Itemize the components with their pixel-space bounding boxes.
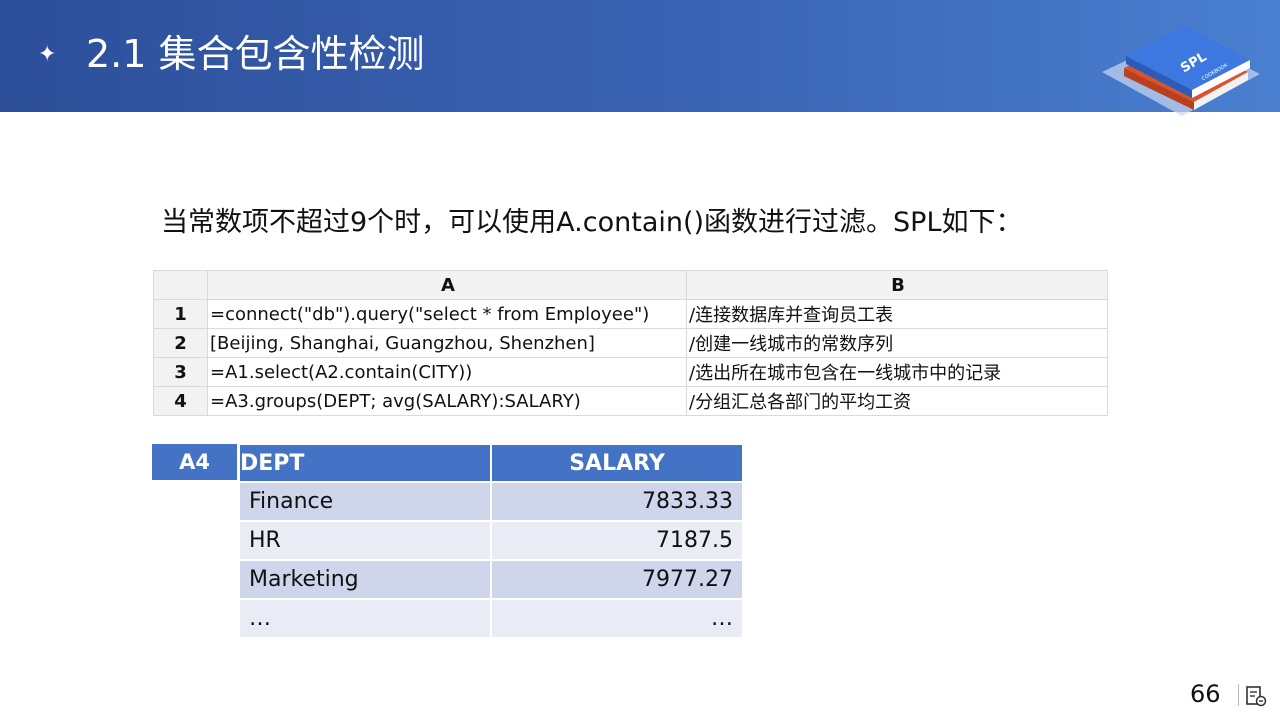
grid-header-row: A B [153, 270, 1108, 300]
salary-cell: 7833.33 [490, 481, 744, 522]
grid-row-number[interactable]: 2 [153, 328, 208, 358]
grid-row: 4 =A3.groups(DEPT; avg(SALARY):SALARY) /… [153, 386, 1108, 416]
salary-cell: 7977.27 [490, 559, 744, 600]
table-row: HR 7187.5 [238, 520, 744, 561]
result-header-row: DEPT SALARY [238, 443, 744, 483]
grid-column-header-b[interactable]: B [686, 270, 1108, 300]
footer-divider [1238, 684, 1239, 706]
grid-row-number[interactable]: 3 [153, 357, 208, 387]
description-text: 当常数项不超过9个时，可以使用A.contain()函数进行过滤。SPL如下： [161, 207, 1023, 238]
grid-cell-comment[interactable]: /选出所在城市包含在一线城市中的记录 [686, 357, 1108, 387]
result-column-dept[interactable]: DEPT [238, 443, 492, 483]
slide-title: 2.1 集合包含性检测 [86, 32, 425, 76]
grid-column-header-a[interactable]: A [207, 270, 687, 300]
spl-grid: A B 1 =connect("db").query("select * fro… [153, 270, 1108, 416]
grid-cell-code[interactable]: [Beijing, Shanghai, Guangzhou, Shenzhen] [207, 328, 687, 358]
grid-cell-code[interactable]: =A3.groups(DEPT; avg(SALARY):SALARY) [207, 386, 687, 416]
salary-cell: 7187.5 [490, 520, 744, 561]
spl-cookbook-logo: SPL COOKBOOK [1102, 26, 1260, 116]
result-column-salary[interactable]: SALARY [490, 443, 744, 483]
dept-cell: … [238, 598, 492, 639]
grid-cell-code[interactable]: =connect("db").query("select * from Empl… [207, 299, 687, 329]
grid-corner-cell [153, 270, 208, 300]
grid-cell-comment[interactable]: /连接数据库并查询员工表 [686, 299, 1108, 329]
grid-cell-comment[interactable]: /分组汇总各部门的平均工资 [686, 386, 1108, 416]
grid-row-number[interactable]: 4 [153, 386, 208, 416]
grid-cell-comment[interactable]: /创建一线城市的常数序列 [686, 328, 1108, 358]
grid-row: 1 =connect("db").query("select * from Em… [153, 299, 1108, 329]
grid-row-number[interactable]: 1 [153, 299, 208, 329]
salary-cell: … [490, 598, 744, 639]
grid-row: 3 =A1.select(A2.contain(CITY)) /选出所在城市包含… [153, 357, 1108, 387]
page-number: 66 [1190, 680, 1221, 708]
slide-notes-icon[interactable] [1244, 684, 1268, 708]
dept-cell: Marketing [238, 559, 492, 600]
result-table: DEPT SALARY Finance 7833.33 HR 7187.5 Ma… [238, 443, 744, 639]
grid-cell-code[interactable]: =A1.select(A2.contain(CITY)) [207, 357, 687, 387]
result-cell-name: A4 [152, 444, 237, 480]
grid-row: 2 [Beijing, Shanghai, Guangzhou, Shenzhe… [153, 328, 1108, 358]
slide-header: ✦ 2.1 集合包含性检测 [0, 0, 1280, 112]
dept-cell: Finance [238, 481, 492, 522]
table-row: Marketing 7977.27 [238, 559, 744, 600]
star-bullet-icon: ✦ [38, 42, 57, 67]
dept-cell: HR [238, 520, 492, 561]
table-row: Finance 7833.33 [238, 481, 744, 522]
table-row: … … [238, 598, 744, 639]
